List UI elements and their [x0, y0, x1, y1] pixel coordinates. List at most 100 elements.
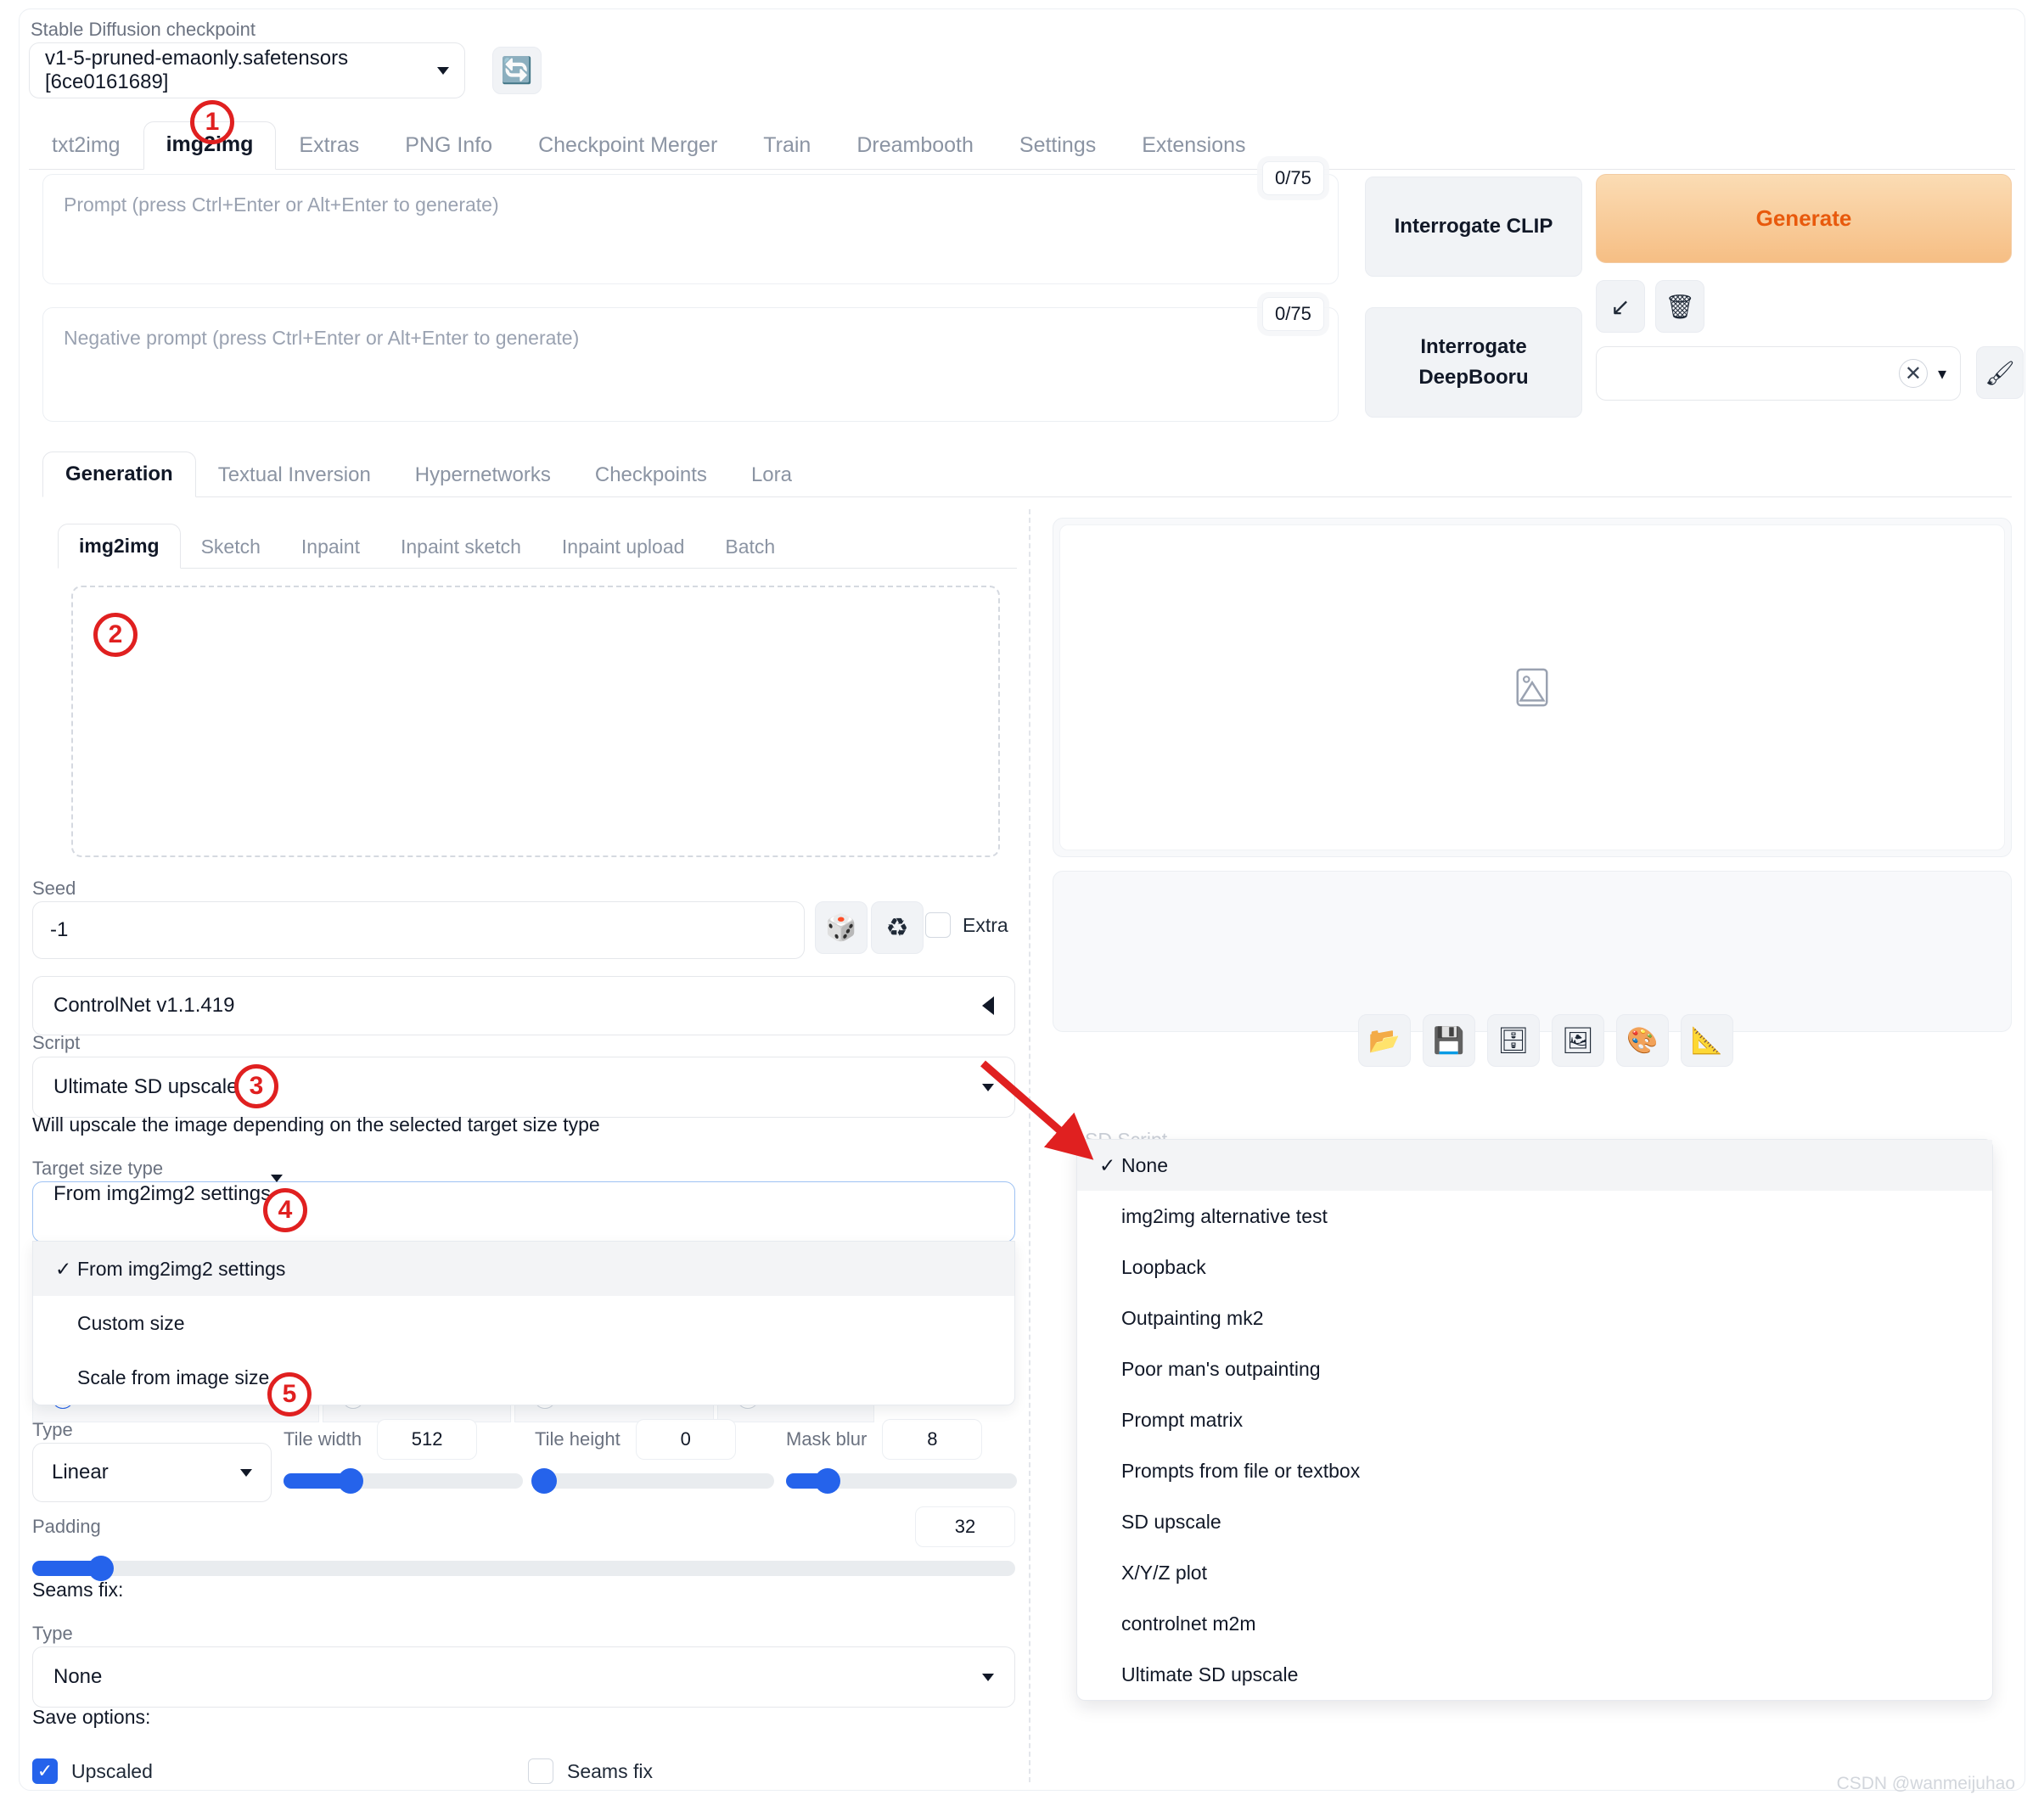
main_tabs-settings[interactable]: Settings: [997, 122, 1119, 170]
dropdown-option[interactable]: ✓ From img2img2 settings: [33, 1242, 1014, 1296]
slider-track[interactable]: [284, 1468, 523, 1494]
generation_tabs-generation[interactable]: Generation: [42, 452, 196, 497]
upscaled-checkbox[interactable]: ✓ Upscaled: [32, 1758, 153, 1784]
dropdown-option[interactable]: Prompt matrix: [1077, 1394, 1992, 1445]
main_tabs-checkpoint-merger[interactable]: Checkpoint Merger: [515, 122, 740, 170]
app-root: Stable Diffusion checkpoint v1-5-pruned-…: [0, 0, 2044, 1806]
dropdown-option[interactable]: Prompts from file or textbox: [1077, 1445, 1992, 1496]
img2img_tabs-batch[interactable]: Batch: [705, 525, 795, 569]
seed-input[interactable]: -1: [32, 901, 805, 959]
tile-height-value[interactable]: 0: [635, 1419, 736, 1460]
generation_tabs-checkpoints[interactable]: Checkpoints: [573, 453, 729, 497]
seams-fix-type-select[interactable]: None: [32, 1646, 1015, 1708]
seams-fix-title: Seams fix:: [32, 1579, 124, 1601]
image-drop-area[interactable]: [71, 586, 1000, 857]
img2img_tabs-inpaint[interactable]: Inpaint: [281, 525, 380, 569]
checkpoint-select[interactable]: v1-5-pruned-emaonly.safetensors [6ce0161…: [29, 42, 465, 98]
checkbox-box[interactable]: [925, 912, 951, 938]
close-icon[interactable]: ✕: [1898, 359, 1928, 388]
open-folder-icon[interactable]: 📂: [1358, 1014, 1411, 1067]
mask-blur-value[interactable]: 8: [882, 1419, 983, 1460]
dropdown-option[interactable]: controlnet m2m: [1077, 1598, 1992, 1649]
dropdown-option[interactable]: Poor man's outpainting: [1077, 1343, 1992, 1394]
tile-width-label: Tile width: [284, 1428, 362, 1450]
padding-value[interactable]: 32: [915, 1506, 1015, 1547]
dropdown-option[interactable]: Loopback: [1077, 1242, 1992, 1293]
dropdown-option[interactable]: ✓ None: [1077, 1140, 1992, 1191]
mask-blur-slider[interactable]: Mask blur 8: [786, 1419, 1017, 1494]
dropdown-option[interactable]: img2img alternative test: [1077, 1191, 1992, 1242]
extra-seed-checkbox[interactable]: Extra: [925, 912, 1008, 938]
styles-select[interactable]: ✕ ▾: [1596, 346, 1961, 401]
negative-prompt-input[interactable]: Negative prompt (press Ctrl+Enter or Alt…: [42, 307, 1339, 422]
slider-track[interactable]: [531, 1468, 774, 1494]
prompt-input[interactable]: Prompt (press Ctrl+Enter or Alt+Enter to…: [42, 174, 1339, 284]
tab-label: Textual Inversion: [217, 463, 371, 486]
annotation-marker-2: 2: [93, 613, 138, 657]
trash-icon[interactable]: 🗑: [1655, 280, 1704, 333]
dropdown-option-label: Scale from image size: [77, 1366, 270, 1388]
tab-label: Batch: [725, 536, 776, 558]
file-cabinet-icon[interactable]: 🗄: [1487, 1014, 1540, 1067]
chevron-down-icon[interactable]: ▾: [1938, 363, 1946, 384]
tab-label: Extensions: [1142, 133, 1246, 157]
main_tabs-extensions[interactable]: Extensions: [1119, 122, 1268, 170]
slider-thumb: [531, 1468, 558, 1494]
dice-icon[interactable]: 🎲: [815, 901, 868, 954]
script-description: Will upscale the image depending on the …: [32, 1113, 600, 1136]
checkbox-box[interactable]: ✓: [32, 1758, 58, 1784]
img2img_tabs-inpaint-upload[interactable]: Inpaint upload: [542, 525, 705, 569]
palette-icon[interactable]: 🎨: [1616, 1014, 1669, 1067]
dropdown-option[interactable]: Custom size: [33, 1296, 1014, 1350]
generation_tabs-hypernetworks[interactable]: Hypernetworks: [393, 453, 573, 497]
result-preview-area[interactable]: [1059, 524, 2005, 850]
dropdown-option[interactable]: X/Y/Z plot: [1077, 1547, 1992, 1598]
controlnet-accordion[interactable]: ControlNet v1.1.419: [32, 976, 1015, 1035]
img2img_tabs-sketch[interactable]: Sketch: [181, 525, 281, 569]
padding-slider[interactable]: Padding 32: [32, 1506, 1015, 1581]
tile-height-slider[interactable]: Tile height 0: [531, 1419, 774, 1494]
interrogate-deepbooru-button[interactable]: Interrogate DeepBooru: [1365, 307, 1582, 418]
dropdown-option[interactable]: SD upscale: [1077, 1496, 1992, 1547]
recycle-icon[interactable]: ♻: [871, 901, 924, 954]
redraw-type-label: Type: [32, 1419, 73, 1440]
slider-track[interactable]: [32, 1556, 1015, 1581]
dropdown-option[interactable]: Outpainting mk2: [1077, 1293, 1992, 1343]
slider-track[interactable]: [786, 1468, 1017, 1494]
checkbox-box[interactable]: [528, 1758, 553, 1784]
main_tabs-txt2img[interactable]: txt2img: [29, 122, 143, 170]
main_tabs-train[interactable]: Train: [740, 122, 834, 170]
img2img_tabs-img2img[interactable]: img2img: [58, 524, 181, 569]
tile-height-label: Tile height: [535, 1428, 620, 1450]
refresh-icon[interactable]: 🔄: [492, 47, 542, 94]
script-select[interactable]: Ultimate SD upscale: [32, 1057, 1015, 1118]
generation_tabs-textual-inversion[interactable]: Textual Inversion: [196, 453, 393, 497]
target-size-type-label: Target size type: [32, 1158, 164, 1179]
upscaled-label: Upscaled: [71, 1759, 153, 1782]
seams-fix-checkbox[interactable]: Seams fix: [528, 1758, 653, 1784]
chevron-left-icon: [982, 996, 994, 1015]
tile-width-slider[interactable]: Tile width 512: [284, 1419, 523, 1494]
main_tabs-extras[interactable]: Extras: [276, 122, 382, 170]
redraw-type-select[interactable]: Linear: [32, 1443, 272, 1502]
framed-picture-icon[interactable]: 🖼: [1552, 1014, 1604, 1067]
tile-width-value[interactable]: 512: [377, 1419, 478, 1460]
edit-styles-icon[interactable]: 🖌: [1976, 346, 2024, 399]
dropdown-option-label: SD upscale: [1121, 1510, 1221, 1533]
interrogate-clip-button[interactable]: Interrogate CLIP: [1365, 177, 1582, 277]
generate-button[interactable]: Generate: [1596, 174, 2012, 263]
negative-prompt-token-counter: 0/75: [1262, 297, 1324, 331]
dropdown-option[interactable]: Scale from image size: [33, 1350, 1014, 1405]
dropdown-option[interactable]: Ultimate SD upscale: [1077, 1649, 1992, 1700]
main_tabs-dreambooth[interactable]: Dreambooth: [834, 122, 997, 170]
ruler-icon[interactable]: 📐: [1681, 1014, 1733, 1067]
seams-fix-label: Seams fix: [567, 1759, 653, 1782]
main_tabs-png-info[interactable]: PNG Info: [382, 122, 515, 170]
save-icon[interactable]: 💾: [1423, 1014, 1475, 1067]
seams-fix-type-label: Type: [32, 1623, 73, 1644]
target-size-type-select[interactable]: From img2img2 settings: [32, 1175, 1015, 1242]
img2img_tabs-inpaint-sketch[interactable]: Inpaint sketch: [380, 525, 542, 569]
restore-progress-icon[interactable]: ↙: [1596, 280, 1645, 333]
icon-glyph: 📐: [1691, 1026, 1723, 1055]
generation_tabs-lora[interactable]: Lora: [729, 453, 814, 497]
